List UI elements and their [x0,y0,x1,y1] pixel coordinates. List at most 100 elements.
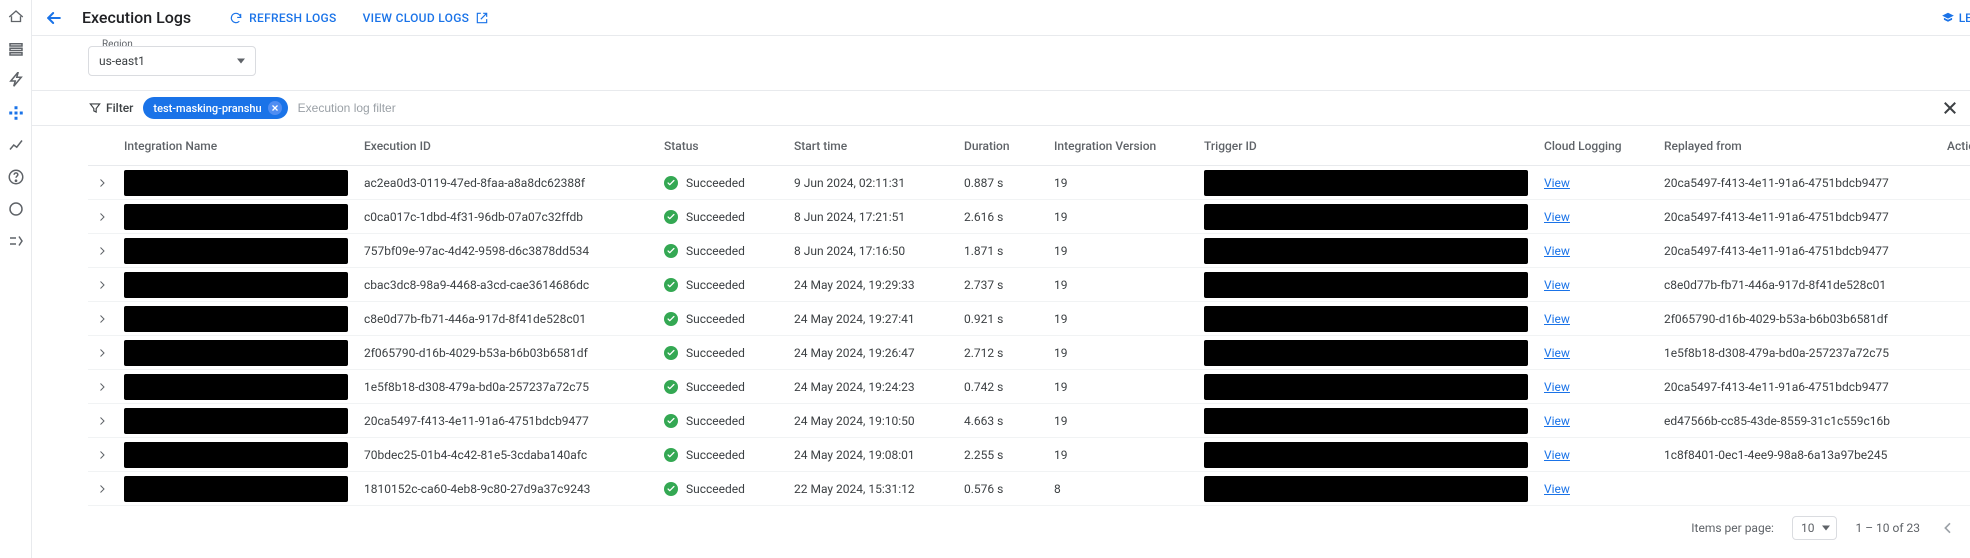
cloud-logging-view-link[interactable]: View [1544,278,1570,292]
nav-analytics-icon[interactable] [7,136,25,154]
cell-version: 19 [1046,312,1196,326]
nav-connector-icon[interactable] [7,232,25,250]
cloud-logging-view-link[interactable]: View [1544,414,1570,428]
table-row: 70bdec25-01b4-4c42-81e5-3cdaba140afc Suc… [88,438,1970,472]
col-execution-id[interactable]: Execution ID [356,139,656,153]
cell-execution-id: 2f065790-d16b-4029-b53a-b6b03b6581df [356,346,656,360]
col-trigger-id[interactable]: Trigger ID [1196,139,1536,153]
filter-chip-remove[interactable] [268,101,282,115]
cell-replayed-from: 1e5f8b18-d308-479a-bd0a-257237a72c75 [1656,346,1936,360]
cell-execution-id: 757bf09e-97ac-4d42-9598-d6c3878dd534 [356,244,656,258]
expand-row-button[interactable] [88,244,116,258]
nav-integrations-icon[interactable] [7,104,25,122]
col-integration-version[interactable]: Integration Version [1046,139,1196,153]
region-select[interactable]: us-east1 [88,46,256,76]
cloud-logging-view-link[interactable]: View [1544,380,1570,394]
nav-status-icon[interactable] [7,200,25,218]
status-label: Succeeded [686,414,745,428]
expand-row-button[interactable] [88,414,116,428]
items-per-page-value: 10 [1801,521,1815,535]
col-replayed-from[interactable]: Replayed from [1656,139,1936,153]
status-success-icon [664,312,678,326]
col-duration[interactable]: Duration [956,139,1046,153]
refresh-logs-button[interactable]: REFRESH LOGS [223,7,342,29]
cloud-logging-view-link[interactable]: View [1544,312,1570,326]
cell-duration: 1.871 s [956,244,1046,258]
page-title: Execution Logs [82,8,191,27]
cloud-logging-view-link[interactable]: View [1544,244,1570,258]
chevron-right-icon [96,278,108,292]
status-label: Succeeded [686,312,745,326]
nav-list-icon[interactable] [7,40,25,58]
cloud-logging-view-link[interactable]: View [1544,210,1570,224]
cell-duration: 0.887 s [956,176,1046,190]
filter-chip-label: test-masking-pranshu [153,102,261,115]
filter-input[interactable] [298,101,498,115]
table-row: c8e0d77b-fb71-446a-917d-8f41de528c01 Suc… [88,302,1970,336]
cell-version: 19 [1046,176,1196,190]
back-button[interactable] [40,4,68,32]
integration-name-redacted [124,476,348,502]
nav-trigger-icon[interactable] [7,72,25,90]
expand-row-button[interactable] [88,380,116,394]
learn-button[interactable]: LEARN [1941,11,1970,25]
product-logo-icon[interactable] [7,8,25,26]
trigger-id-redacted [1204,408,1528,434]
cell-replayed-from: 1c8f8401-0ec1-4ee9-98a8-6a13a97be245 [1656,448,1936,462]
cell-execution-id: c8e0d77b-fb71-446a-917d-8f41de528c01 [356,312,656,326]
status-success-icon [664,176,678,190]
col-status[interactable]: Status [656,139,786,153]
cell-start-time: 24 May 2024, 19:26:47 [786,346,956,360]
chevron-right-icon [96,210,108,224]
cell-version: 8 [1046,482,1196,496]
filter-button[interactable]: Filter [88,101,133,115]
nav-help-icon[interactable] [7,168,25,186]
cell-version: 19 [1046,414,1196,428]
expand-row-button[interactable] [88,176,116,190]
items-per-page-select[interactable]: 10 [1792,516,1838,540]
cloud-logging-view-link[interactable]: View [1544,448,1570,462]
chevron-right-icon [96,346,108,360]
table-row: 2f065790-d16b-4029-b53a-b6b03b6581df Suc… [88,336,1970,370]
status-label: Succeeded [686,448,745,462]
table-row: c0ca017c-1dbd-4f31-96db-07a07c32ffdb Suc… [88,200,1970,234]
cell-status: Succeeded [656,482,786,496]
expand-row-button[interactable] [88,346,116,360]
view-cloud-logs-button[interactable]: VIEW CLOUD LOGS [357,7,496,29]
cloud-logging-view-link[interactable]: View [1544,346,1570,360]
prev-page-button[interactable] [1938,518,1958,538]
cell-status: Succeeded [656,414,786,428]
clear-filters-button[interactable] [1940,98,1960,118]
trigger-id-redacted [1204,306,1528,332]
table-footer: Items per page: 10 1 – 10 of 23 [32,506,1970,558]
cell-status: Succeeded [656,380,786,394]
cell-execution-id: ac2ea0d3-0119-47ed-8faa-a8a8dc62388f [356,176,656,190]
status-label: Succeeded [686,244,745,258]
filter-chip[interactable]: test-masking-pranshu [143,97,287,119]
expand-row-button[interactable] [88,312,116,326]
trigger-id-redacted [1204,374,1528,400]
cell-duration: 4.663 s [956,414,1046,428]
col-cloud-logging[interactable]: Cloud Logging [1536,139,1656,153]
col-integration-name[interactable]: Integration Name [116,139,356,153]
expand-row-button[interactable] [88,482,116,496]
cloud-logging-view-link[interactable]: View [1544,482,1570,496]
expand-row-button[interactable] [88,448,116,462]
cell-status: Succeeded [656,346,786,360]
integration-name-redacted [124,272,348,298]
chevron-right-icon [96,312,108,326]
trigger-id-redacted [1204,170,1528,196]
cloud-logging-view-link[interactable]: View [1544,176,1570,190]
expand-row-button[interactable] [88,278,116,292]
col-start-time[interactable]: Start time [786,139,956,153]
cell-start-time: 24 May 2024, 19:10:50 [786,414,956,428]
table-row: 1e5f8b18-d308-479a-bd0a-257237a72c75 Suc… [88,370,1970,404]
status-label: Succeeded [686,346,745,360]
cell-duration: 0.921 s [956,312,1046,326]
trigger-id-redacted [1204,340,1528,366]
cell-start-time: 8 Jun 2024, 17:21:51 [786,210,956,224]
learn-icon [1941,11,1955,25]
chevron-right-icon [96,380,108,394]
expand-row-button[interactable] [88,210,116,224]
pagination-range: 1 – 10 of 23 [1855,521,1920,535]
